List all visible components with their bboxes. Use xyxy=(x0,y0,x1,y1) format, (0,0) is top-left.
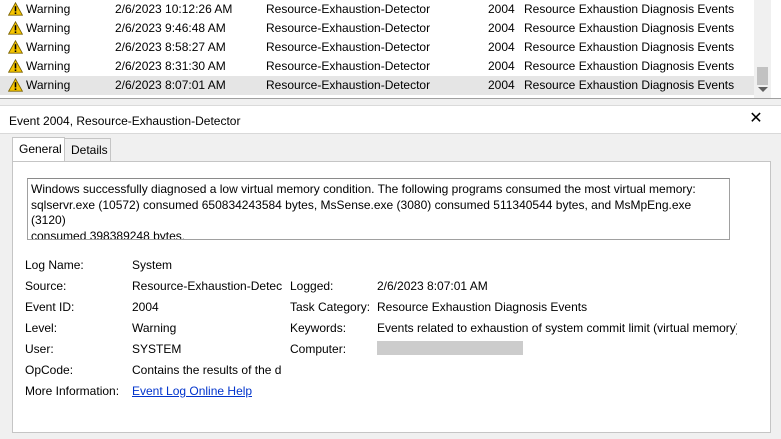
description-line: consumed 398389248 bytes. xyxy=(31,228,186,240)
event-date: 2/6/2023 8:58:27 AM xyxy=(115,40,226,54)
event-row[interactable]: Warning 2/6/2023 9:46:48 AM Resource-Exh… xyxy=(0,19,754,38)
event-source: Resource-Exhaustion-Detector xyxy=(266,21,431,35)
event-detail-title: Event 2004, Resource-Exhaustion-Detector xyxy=(9,114,241,128)
event-detail-header: Event 2004, Resource-Exhaustion-Detector… xyxy=(0,106,781,134)
warning-triangle-icon xyxy=(8,40,23,54)
scrollbar-thumb[interactable] xyxy=(757,67,768,85)
opcode-value: Contains the results of the d xyxy=(132,363,282,377)
event-description[interactable]: Windows successfully diagnosed a low vir… xyxy=(27,178,730,240)
tab-general[interactable]: General xyxy=(12,137,65,162)
event-id-value: 2004 xyxy=(132,300,159,314)
event-date: 2/6/2023 8:31:30 AM xyxy=(115,59,226,73)
user-label: User: xyxy=(25,342,54,356)
event-level: Warning xyxy=(26,2,71,16)
more-info-label: More Information: xyxy=(25,384,120,398)
tab-details[interactable]: Details xyxy=(64,138,111,162)
level-value: Warning xyxy=(132,321,177,335)
event-source: Resource-Exhaustion-Detector xyxy=(266,2,431,16)
close-icon[interactable]: ✕ xyxy=(749,111,763,127)
computer-label: Computer: xyxy=(290,342,347,356)
event-row-selected[interactable]: Warning 2/6/2023 8:07:01 AM Resource-Exh… xyxy=(0,76,754,95)
description-line: sqlservr.exe (10572) consumed 6508342435… xyxy=(31,197,692,228)
event-level: Warning xyxy=(26,21,71,35)
scroll-down-arrow-icon[interactable] xyxy=(758,87,768,92)
task-category-label: Task Category: xyxy=(290,300,371,314)
event-level: Warning xyxy=(26,40,71,54)
source-value: Resource-Exhaustion-Detect xyxy=(132,279,282,293)
event-row[interactable]: Warning 2/6/2023 8:31:30 AM Resource-Exh… xyxy=(0,57,754,76)
logged-value: 2/6/2023 8:07:01 AM xyxy=(377,279,488,293)
event-source: Resource-Exhaustion-Detector xyxy=(266,59,431,73)
event-category: Resource Exhaustion Diagnosis Events xyxy=(524,78,735,92)
task-category-value: Resource Exhaustion Diagnosis Events xyxy=(377,300,588,314)
event-row[interactable]: Warning 2/6/2023 10:12:26 AM Resource-Ex… xyxy=(0,0,754,19)
log-name-value: System xyxy=(132,258,173,272)
event-list[interactable]: Warning 2/6/2023 10:12:26 AM Resource-Ex… xyxy=(0,0,781,99)
warning-triangle-icon xyxy=(8,21,23,35)
event-date: 2/6/2023 9:46:48 AM xyxy=(115,21,226,35)
event-category: Resource Exhaustion Diagnosis Events xyxy=(524,2,735,16)
event-id: 2004 xyxy=(488,59,515,73)
computer-value-redacted xyxy=(377,341,523,355)
log-name-label: Log Name: xyxy=(25,258,84,272)
general-tab-content: Windows successfully diagnosed a low vir… xyxy=(12,161,771,433)
event-level: Warning xyxy=(26,78,71,92)
event-source: Resource-Exhaustion-Detector xyxy=(266,40,431,54)
warning-triangle-icon xyxy=(8,78,23,92)
opcode-label: OpCode: xyxy=(25,363,74,377)
event-list-rows: Warning 2/6/2023 10:12:26 AM Resource-Ex… xyxy=(0,0,754,95)
event-level: Warning xyxy=(26,59,71,73)
keywords-value: Events related to exhaustion of system c… xyxy=(377,321,737,335)
description-line: Windows successfully diagnosed a low vir… xyxy=(31,182,696,196)
event-list-scrollbar[interactable] xyxy=(754,0,771,98)
level-label: Level: xyxy=(25,321,58,335)
detail-tabs: General Details xyxy=(0,134,781,162)
event-date: 2/6/2023 10:12:26 AM xyxy=(115,2,233,16)
logged-label: Logged: xyxy=(290,279,334,293)
event-id: 2004 xyxy=(488,40,515,54)
event-category: Resource Exhaustion Diagnosis Events xyxy=(524,40,735,54)
event-source: Resource-Exhaustion-Detector xyxy=(266,78,431,92)
event-category: Resource Exhaustion Diagnosis Events xyxy=(524,21,735,35)
event-log-online-help-link[interactable]: Event Log Online Help xyxy=(132,384,252,398)
event-id-label: Event ID: xyxy=(25,300,75,314)
event-id: 2004 xyxy=(488,21,515,35)
event-date: 2/6/2023 8:07:01 AM xyxy=(115,78,226,92)
event-row[interactable]: Warning 2/6/2023 8:58:27 AM Resource-Exh… xyxy=(0,38,754,57)
warning-triangle-icon xyxy=(8,59,23,73)
event-id: 2004 xyxy=(488,78,515,92)
source-label: Source: xyxy=(25,279,67,293)
event-id: 2004 xyxy=(488,2,515,16)
user-value: SYSTEM xyxy=(132,342,182,356)
warning-triangle-icon xyxy=(8,2,23,16)
keywords-label: Keywords: xyxy=(290,321,347,335)
event-category: Resource Exhaustion Diagnosis Events xyxy=(524,59,735,73)
